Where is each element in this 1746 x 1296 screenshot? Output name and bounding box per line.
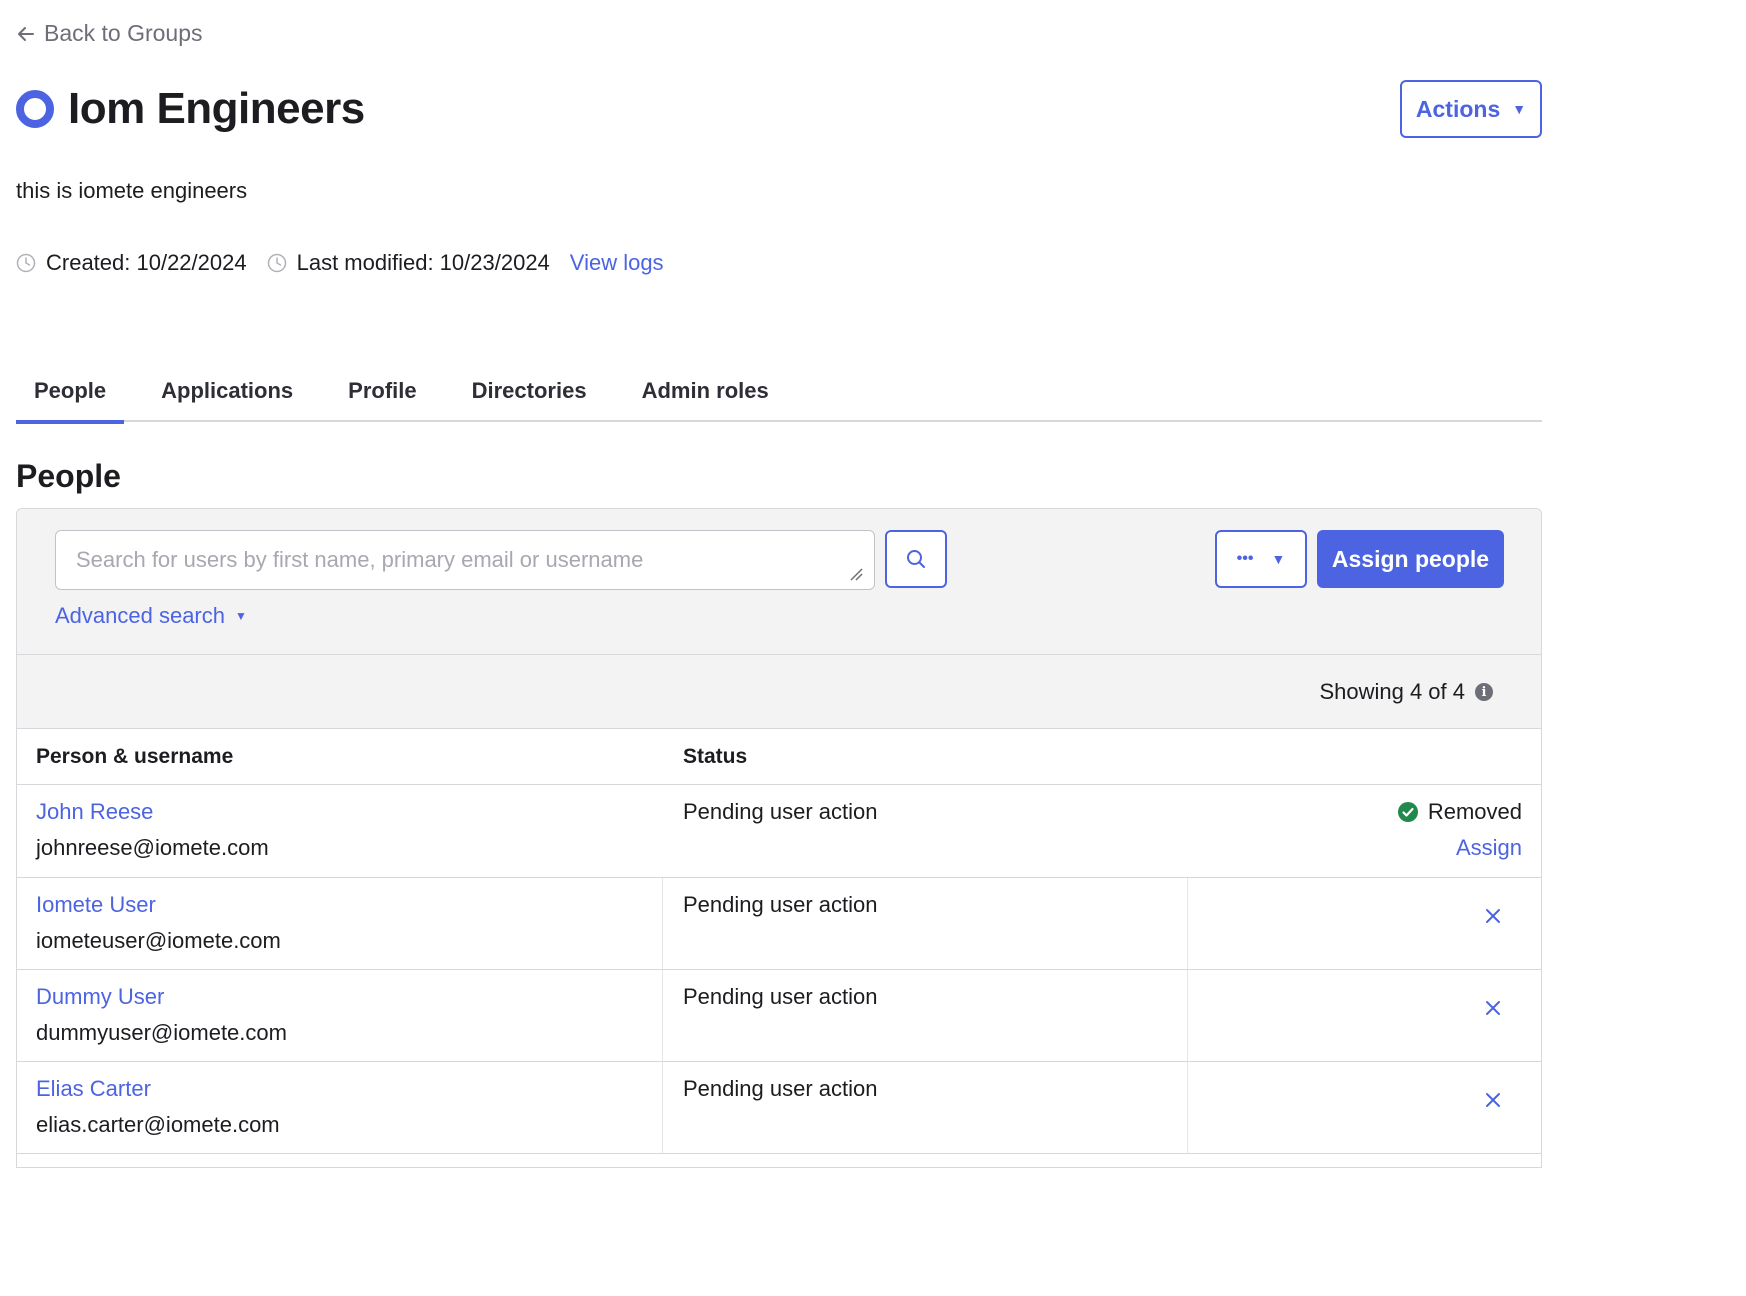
tab-directories[interactable]: Directories [454, 360, 605, 422]
caret-down-icon: ▼ [235, 609, 247, 623]
info-icon[interactable]: i [1475, 683, 1493, 701]
person-status: Pending user action [683, 799, 878, 824]
table-row: Elias Carter elias.carter@iomete.com Pen… [17, 1062, 1541, 1154]
person-email: elias.carter@iomete.com [36, 1112, 280, 1137]
group-ring-icon [16, 90, 54, 128]
last-modified-date: Last modified: 10/23/2024 [296, 250, 550, 275]
modified-meta: Last modified: 10/23/2024 [267, 250, 550, 276]
section-title: People [16, 458, 121, 494]
clock-icon [267, 253, 286, 273]
more-actions-button[interactable]: ••• ▼ [1215, 530, 1307, 588]
created-meta: Created: 10/22/2024 [16, 250, 247, 276]
actions-label: Actions [1415, 95, 1501, 122]
created-date: Created: 10/22/2024 [46, 250, 247, 275]
caret-down-icon: ▼ [1512, 101, 1527, 117]
person-name-link[interactable]: Iomete User [36, 892, 156, 918]
person-email: dummyuser@iomete.com [36, 1020, 287, 1045]
result-count-text: Showing 4 of 4 [1319, 679, 1465, 704]
back-to-groups-link[interactable]: Back to Groups [16, 20, 203, 47]
remove-icon[interactable] [1483, 998, 1503, 1018]
assign-people-button[interactable]: Assign people [1317, 530, 1504, 588]
remove-icon[interactable] [1483, 1090, 1503, 1110]
group-description: this is iomete engineers [16, 178, 248, 203]
table-row: Dummy User dummyuser@iomete.com Pending … [17, 970, 1541, 1062]
person-name-link[interactable]: Elias Carter [36, 1076, 151, 1102]
back-link-label: Back to Groups [44, 20, 203, 46]
search-icon [907, 550, 925, 568]
person-email: iometeuser@iomete.com [36, 928, 281, 953]
group-meta: Created: 10/22/2024 Last modified: 10/23… [16, 250, 664, 276]
people-panel: Advanced search ▼ ••• ▼ Assign people Sh… [16, 508, 1542, 1168]
tab-people[interactable]: People [16, 360, 125, 424]
arrow-left-icon [18, 26, 34, 41]
people-table: Person & username Status John Reese john… [17, 729, 1541, 1154]
page-title: Iom Engineers [68, 84, 365, 133]
search-button[interactable] [885, 530, 947, 588]
caret-down-icon: ▼ [1271, 551, 1286, 567]
person-status: Pending user action [683, 1076, 878, 1101]
table-row: Iomete User iometeuser@iomete.com Pendin… [17, 878, 1541, 970]
more-dots-icon: ••• [1236, 550, 1254, 567]
table-header: Person & username Status [17, 729, 1541, 785]
tab-bar: People Applications Profile Directories … [16, 360, 1542, 424]
assign-link[interactable]: Assign [1456, 835, 1522, 861]
result-count-bar: Showing 4 of 4 i [17, 655, 1541, 729]
removed-label: Removed [1427, 799, 1522, 824]
removed-status: Removed [1397, 799, 1522, 825]
actions-dropdown-button[interactable]: Actions ▼ [1400, 80, 1542, 138]
advanced-search-label: Advanced search [55, 603, 225, 628]
people-toolbar: Advanced search ▼ ••• ▼ Assign people [17, 509, 1541, 655]
tab-applications[interactable]: Applications [143, 360, 311, 422]
check-circle-icon [1397, 802, 1418, 822]
tab-profile[interactable]: Profile [330, 360, 434, 422]
tab-admin-roles[interactable]: Admin roles [624, 360, 787, 422]
clock-icon [16, 253, 36, 273]
advanced-search-toggle[interactable]: Advanced search ▼ [55, 603, 247, 629]
column-header-person: Person & username [36, 745, 234, 768]
search-input[interactable] [55, 530, 875, 590]
table-row: John Reese johnreese@iomete.com Pending … [17, 785, 1541, 878]
column-header-status: Status [683, 745, 748, 768]
result-count: Showing 4 of 4 i [1319, 679, 1493, 705]
remove-icon[interactable] [1483, 906, 1503, 926]
view-logs-link[interactable]: View logs [570, 250, 664, 276]
person-name-link[interactable]: John Reese [36, 799, 153, 825]
person-status: Pending user action [683, 984, 878, 1009]
person-name-link[interactable]: Dummy User [36, 984, 164, 1010]
group-header: Iom Engineers [16, 84, 365, 134]
resize-grip-icon[interactable] [849, 567, 863, 581]
person-status: Pending user action [683, 892, 878, 917]
person-email: johnreese@iomete.com [36, 835, 269, 860]
